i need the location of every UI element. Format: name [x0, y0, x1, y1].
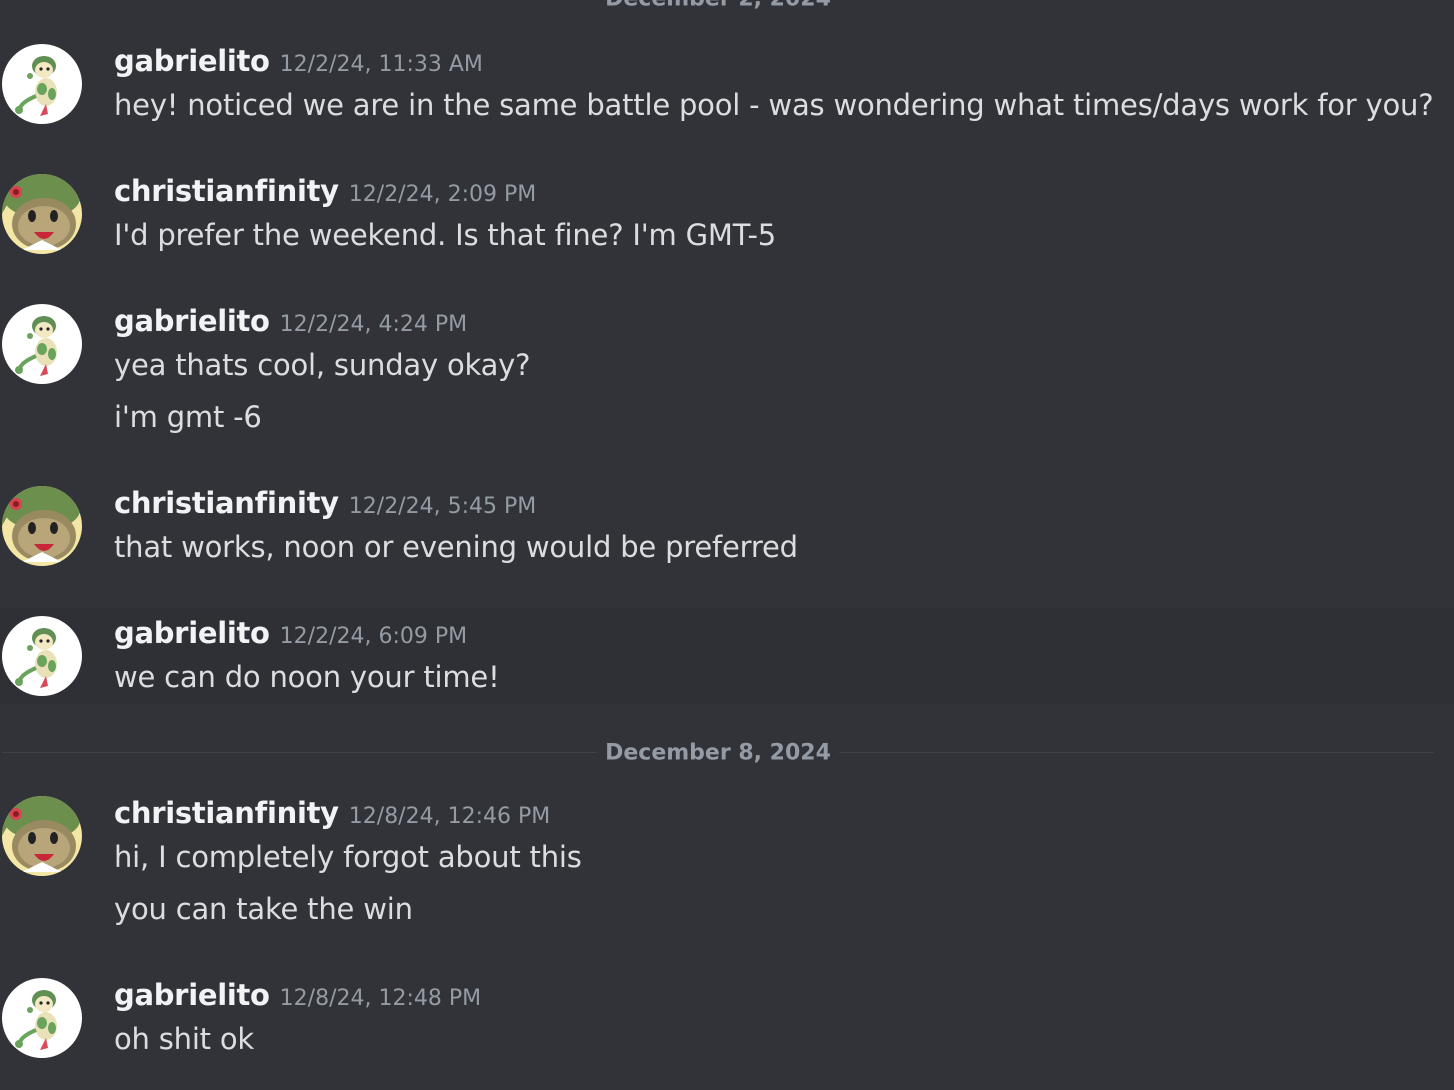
message-header: gabrielito 12/2/24, 4:24 PM	[114, 304, 467, 338]
breloom-closeup-avatar[interactable]	[2, 174, 82, 254]
date-divider: December 8, 2024	[2, 740, 1434, 766]
message-header: gabrielito 12/2/24, 11:33 AM	[114, 44, 483, 78]
message-header: christianfinity 12/8/24, 12:46 PM	[114, 796, 550, 830]
message-timestamp[interactable]: 12/2/24, 6:09 PM	[280, 624, 467, 649]
message-text: hi, I completely forgot about this	[114, 840, 582, 874]
message-item[interactable]: christianfinity 12/8/24, 12:46 PM hi, I c…	[0, 788, 1454, 948]
breloom-closeup-avatar[interactable]	[2, 796, 82, 876]
message-timestamp[interactable]: 12/2/24, 11:33 AM	[280, 52, 483, 77]
breloom-avatar[interactable]	[2, 616, 82, 696]
message-text: you can take the win	[114, 892, 413, 926]
message-item[interactable]: gabrielito 12/2/24, 11:33 AM hey! noticed…	[0, 36, 1454, 146]
breloom-avatar[interactable]	[2, 978, 82, 1058]
date-divider-label: December 2, 2024	[597, 0, 839, 12]
author-name[interactable]: gabrielito	[114, 304, 270, 338]
message-text: we can do noon your time!	[114, 660, 500, 694]
message-header: christianfinity 12/2/24, 5:45 PM	[114, 486, 536, 520]
message-text: hey! noticed we are in the same battle p…	[114, 88, 1434, 122]
message-item[interactable]: christianfinity 12/2/24, 2:09 PM I'd pref…	[0, 166, 1454, 276]
message-item[interactable]: gabrielito 12/2/24, 4:24 PM yea thats coo…	[0, 296, 1454, 456]
message-text: yea thats cool, sunday okay?	[114, 348, 531, 382]
author-name[interactable]: gabrielito	[114, 44, 270, 78]
message-timestamp[interactable]: 12/8/24, 12:46 PM	[349, 804, 550, 829]
message-text: oh shit ok	[114, 1022, 255, 1056]
message-header: gabrielito 12/2/24, 6:09 PM	[114, 616, 467, 650]
author-name[interactable]: gabrielito	[114, 616, 270, 650]
message-item[interactable]: gabrielito 12/8/24, 12:48 PM oh shit ok	[0, 970, 1454, 1080]
author-name[interactable]: christianfinity	[114, 796, 339, 830]
message-text: I'd prefer the weekend. Is that fine? I'…	[114, 218, 777, 252]
date-divider-label: December 8, 2024	[597, 740, 839, 766]
message-timestamp[interactable]: 12/2/24, 4:24 PM	[280, 312, 467, 337]
breloom-avatar[interactable]	[2, 304, 82, 384]
chat-message-list: December 2, 2024 gabrielito 12/2/24, 11:3…	[0, 0, 1454, 1090]
message-item[interactable]: christianfinity 12/2/24, 5:45 PM that wor…	[0, 478, 1454, 588]
message-header: christianfinity 12/2/24, 2:09 PM	[114, 174, 536, 208]
message-text: that works, noon or evening would be pre…	[114, 530, 798, 564]
message-timestamp[interactable]: 12/2/24, 5:45 PM	[349, 494, 536, 519]
message-timestamp[interactable]: 12/8/24, 12:48 PM	[280, 986, 481, 1011]
author-name[interactable]: christianfinity	[114, 486, 339, 520]
message-item[interactable]: gabrielito 12/2/24, 6:09 PM we can do noo…	[0, 608, 1454, 704]
message-header: gabrielito 12/8/24, 12:48 PM	[114, 978, 481, 1012]
message-timestamp[interactable]: 12/2/24, 2:09 PM	[349, 182, 536, 207]
author-name[interactable]: christianfinity	[114, 174, 339, 208]
author-name[interactable]: gabrielito	[114, 978, 270, 1012]
breloom-avatar[interactable]	[2, 44, 82, 124]
message-text: i'm gmt -6	[114, 400, 262, 434]
breloom-closeup-avatar[interactable]	[2, 486, 82, 566]
